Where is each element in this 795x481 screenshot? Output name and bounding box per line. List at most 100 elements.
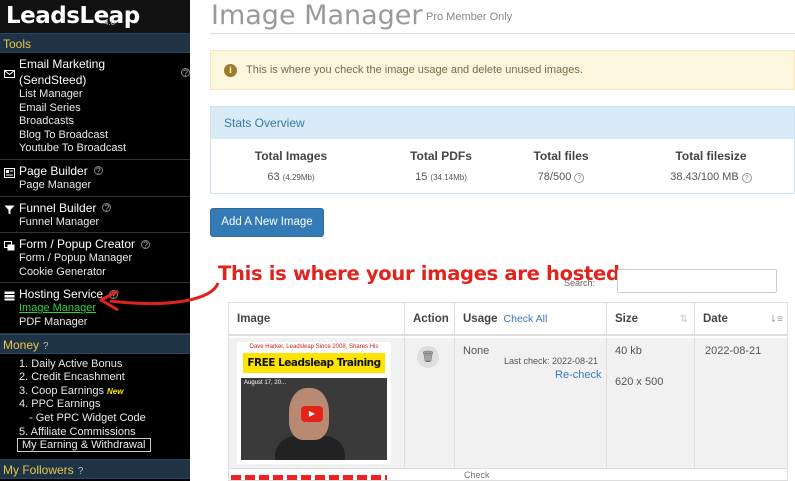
help-icon[interactable]: ? [181, 67, 190, 77]
group-hosting-service: Hosting Service ? Image Manager PDF Mana… [0, 283, 190, 334]
file-size: 40 kb [615, 345, 642, 357]
help-icon[interactable]: ? [78, 466, 84, 477]
sidebar-item-funnel-manager[interactable]: Funnel Manager [0, 216, 190, 230]
video-preview: August 17, 20... ▶ [241, 378, 387, 460]
image-dimensions: 620 x 500 [615, 376, 664, 388]
help-icon[interactable]: ? [109, 289, 119, 299]
section-label: My Followers [3, 462, 74, 477]
stat-value: 15 (34.14Mb) [391, 171, 491, 183]
thumbnail-partial[interactable] [231, 475, 387, 480]
column-label: Size [615, 313, 639, 325]
stat-total-filesize: Total filesize 38.43/100 MB? [646, 149, 776, 183]
funnel-icon [4, 203, 15, 215]
sidebar-item-page-manager[interactable]: Page Manager [0, 179, 190, 193]
size-cell: 40 kb 620 x 500 [607, 338, 695, 469]
money-item-earning-withdrawal[interactable]: My Earning & Withdrawal [0, 438, 190, 453]
sidebar-item-pdf-manager[interactable]: PDF Manager [0, 316, 190, 330]
column-label: Image [237, 313, 271, 325]
logo[interactable]: LeadsLeap 4.0 [0, 0, 190, 33]
group-label: Hosting Service [19, 287, 104, 302]
sidebar: LeadsLeap 4.0 Tools Email Marketing (Sen… [0, 0, 190, 481]
group-title[interactable]: Email Marketing (SendSteed) ? [0, 56, 190, 88]
main-content: Image Manager Pro Member Only i This is … [190, 0, 795, 481]
alert-text: This is where you check the image usage … [246, 64, 583, 76]
group-title[interactable]: Funnel Builder ? [0, 200, 190, 216]
section-header-followers[interactable]: My Followers? [0, 458, 190, 479]
stat-extra: (34.14Mb) [430, 173, 467, 182]
date-value: 2022-08-21 [705, 345, 762, 357]
envelope-icon [4, 67, 15, 78]
column-header-action: Action [405, 303, 455, 336]
images-table: Image Action Usage Check All Size ⇅ Date ⇂≡… [228, 302, 788, 481]
page-title: Image Manager [211, 0, 423, 31]
stat-value: 78/500? [511, 171, 611, 183]
money-item-affiliate-commissions[interactable]: 5. Affiliate Commissions [0, 426, 190, 440]
column-label: Action [413, 313, 449, 325]
video-caption: August 17, 20... [244, 380, 287, 386]
sidebar-item-blog-to-broadcast[interactable]: Blog To Broadcast [0, 129, 190, 143]
sidebar-item-broadcasts[interactable]: Broadcasts [0, 115, 190, 129]
image-thumbnail[interactable]: Dave Harker, Leadsleap Since 2008, Share… [237, 342, 391, 464]
add-new-image-button[interactable]: Add A New Image [210, 208, 324, 237]
sort-icon[interactable]: ⇅ [680, 303, 688, 336]
sidebar-item-email-series[interactable]: Email Series [0, 102, 190, 116]
stat-number: 15 [415, 171, 428, 183]
help-icon[interactable]: ? [574, 173, 585, 183]
column-header-image[interactable]: Image [229, 303, 405, 336]
info-icon: i [224, 63, 237, 77]
info-alert: i This is where you check the image usag… [210, 50, 795, 90]
help-icon[interactable]: ? [43, 341, 49, 352]
group-title[interactable]: Form / Popup Creator ? [0, 236, 190, 252]
section-header-tools: Tools [0, 33, 190, 53]
column-header-date[interactable]: Date ⇂≡ [695, 303, 787, 336]
check-all-link[interactable]: Check All [504, 313, 548, 325]
sidebar-item-youtube-to-broadcast[interactable]: Youtube To Broadcast [0, 142, 190, 156]
money-item-ppc-earnings[interactable]: 4. PPC Earnings [0, 398, 190, 412]
table-row: Dave Harker, Leadsleap Since 2008, Share… [229, 338, 787, 469]
help-icon[interactable]: ? [102, 203, 112, 213]
title-divider [210, 33, 795, 34]
date-cell: 2022-08-21 [695, 338, 787, 469]
money-item-get-ppc-widget-code[interactable]: - Get PPC Widget Code [0, 412, 190, 426]
money-item-credit-encashment[interactable]: 2. Credit Encashment [0, 371, 190, 385]
search-input[interactable] [617, 269, 777, 293]
money-item-coop-earnings[interactable]: 3. Coop Earnings New [0, 385, 190, 399]
sidebar-item-list-manager[interactable]: List Manager [0, 88, 190, 102]
help-icon[interactable]: ? [93, 166, 103, 176]
sort-desc-icon[interactable]: ⇂≡ [769, 303, 783, 336]
group-label: Form / Popup Creator [19, 237, 136, 252]
sidebar-item-image-manager[interactable]: Image Manager [0, 302, 190, 316]
recheck-link[interactable]: Re-check [555, 369, 601, 381]
help-icon[interactable]: ? [141, 239, 151, 249]
stat-number: 63 [267, 171, 280, 183]
play-icon: ▶ [301, 406, 323, 422]
group-label: Email Marketing (SendSteed) [19, 57, 106, 87]
page-icon [4, 166, 15, 178]
stat-label: Total filesize [675, 149, 747, 163]
hosting-icon [4, 289, 15, 301]
stat-value: 63 (4.29Mb) [241, 171, 341, 183]
thumbnail-banner: FREE Leadsleap Training Videos [243, 353, 385, 389]
column-header-size[interactable]: Size ⇅ [607, 303, 695, 336]
sidebar-item-form-popup-manager[interactable]: Form / Popup Manager [0, 252, 190, 266]
money-item-daily-active-bonus[interactable]: 1. Daily Active Bonus [0, 358, 190, 372]
section-header-money: Money? [0, 333, 190, 354]
search-label: Search: [564, 278, 596, 288]
group-title[interactable]: Hosting Service ? [0, 286, 190, 302]
logo-version: 4.0 [104, 18, 116, 27]
stat-label: Total PDFs [410, 149, 472, 163]
column-label: Date [703, 313, 728, 325]
trash-icon[interactable]: 🗑 [417, 346, 439, 368]
stats-panel: Stats Overview Total Images 63 (4.29Mb) … [210, 106, 795, 194]
help-icon[interactable]: ? [741, 173, 752, 183]
usage-value: None [463, 345, 490, 357]
stat-value: 38.43/100 MB? [646, 171, 776, 183]
column-label: Usage [463, 313, 498, 325]
stat-label: Total files [533, 149, 589, 163]
check-link[interactable]: Check [464, 470, 490, 480]
stat-number: 38.43/100 MB [670, 171, 739, 183]
group-title[interactable]: Page Builder ? [0, 163, 190, 179]
stat-total-pdfs: Total PDFs 15 (34.14Mb) [391, 149, 491, 183]
table-row: Check [229, 470, 787, 480]
sidebar-item-cookie-generator[interactable]: Cookie Generator [0, 266, 190, 280]
